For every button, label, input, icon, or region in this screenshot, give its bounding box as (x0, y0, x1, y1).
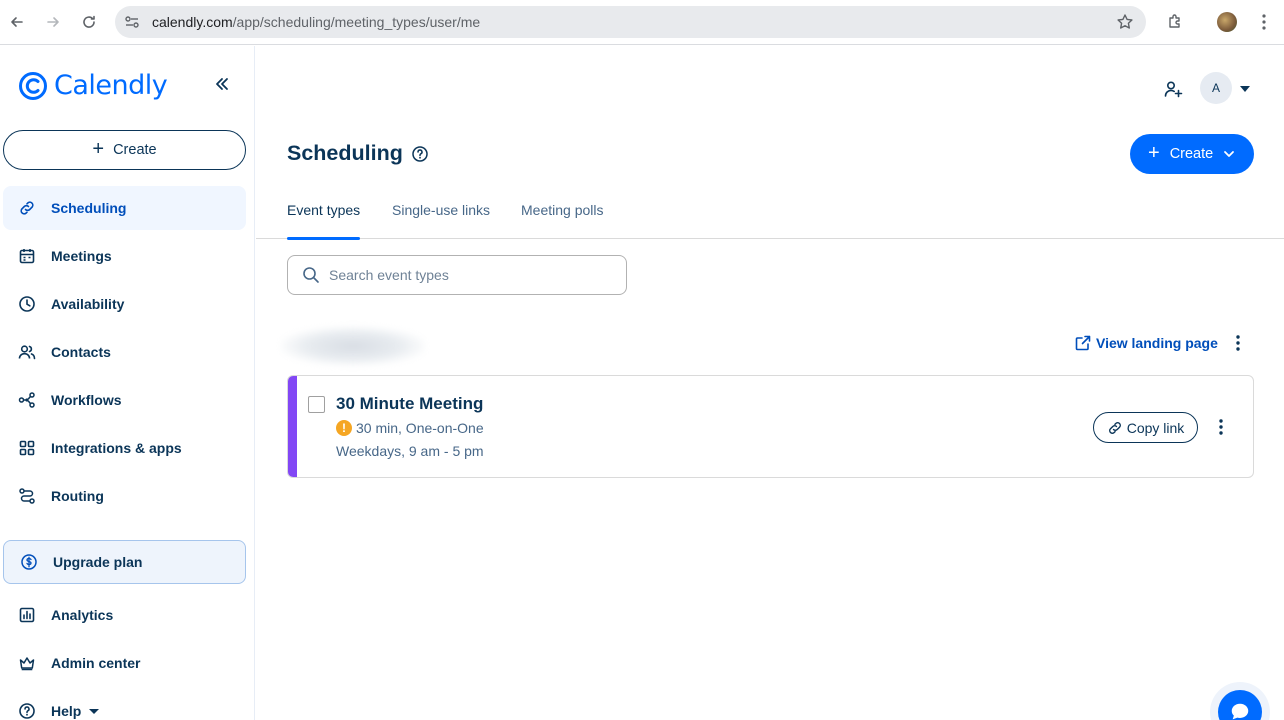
link-icon (1108, 421, 1121, 434)
search-box[interactable] (287, 255, 627, 295)
view-landing-page-link[interactable]: View landing page (1074, 334, 1218, 352)
sidebar-item-integrations[interactable]: Integrations & apps (3, 426, 246, 470)
blurred-user-name (280, 326, 426, 366)
tab-event-types[interactable]: Event types (287, 202, 361, 240)
back-icon[interactable] (4, 9, 30, 35)
sidebar-create-button[interactable]: + Create (3, 130, 246, 170)
bar-chart-icon (18, 606, 36, 624)
invite-user-icon[interactable] (1162, 78, 1184, 100)
browser-toolbar: calendly.com/app/scheduling/meeting_type… (0, 0, 1284, 45)
event-title[interactable]: 30 Minute Meeting (336, 394, 483, 414)
create-button-label: Create (1169, 146, 1214, 162)
event-details: ! 30 min, One-on-One (336, 420, 484, 436)
calendar-icon (18, 247, 36, 265)
page-title: Scheduling (287, 141, 429, 166)
address-bar[interactable]: calendly.com/app/scheduling/meeting_type… (115, 6, 1146, 38)
browser-menu-icon[interactable] (1252, 10, 1276, 34)
grid-icon (18, 439, 36, 457)
routing-icon (18, 487, 36, 505)
url-text: calendly.com/app/scheduling/meeting_type… (152, 14, 480, 30)
tab-single-use-links[interactable]: Single-use links (392, 202, 490, 239)
sidebar-create-label: Create (113, 142, 157, 158)
chat-support-button[interactable] (1218, 690, 1262, 720)
sidebar-item-analytics[interactable]: Analytics (3, 593, 246, 637)
sidebar-item-label: Meetings (51, 248, 112, 264)
crown-icon (18, 654, 36, 672)
more-options-icon[interactable] (1228, 333, 1248, 353)
sidebar-item-availability[interactable]: Availability (3, 282, 246, 326)
sidebar-item-admin-center[interactable]: Admin center (3, 641, 246, 685)
main-content: A Scheduling + Create Event types Single… (256, 46, 1284, 720)
bookmark-star-icon[interactable] (1116, 13, 1134, 31)
page-title-text: Scheduling (287, 141, 403, 165)
link-icon (18, 199, 36, 217)
account-avatar[interactable]: A (1200, 72, 1232, 104)
event-type-card[interactable]: 30 Minute Meeting ! 30 min, One-on-One W… (287, 375, 1254, 478)
plus-icon: + (92, 138, 105, 160)
profile-avatar[interactable] (1215, 10, 1239, 34)
dollar-icon (20, 553, 38, 571)
sidebar-item-scheduling[interactable]: Scheduling (3, 186, 246, 230)
sidebar-item-label: Help (51, 703, 82, 719)
search-icon (303, 267, 319, 283)
sidebar-item-meetings[interactable]: Meetings (3, 234, 246, 278)
sidebar-item-label: Analytics (51, 607, 114, 623)
clock-icon (18, 295, 36, 313)
profile-picture (1217, 12, 1237, 32)
external-link-icon (1075, 335, 1091, 351)
search-input[interactable] (329, 267, 609, 283)
forward-icon[interactable] (40, 9, 66, 35)
sidebar-item-contacts[interactable]: Contacts (3, 330, 246, 374)
chevron-down-icon (1224, 151, 1235, 157)
upgrade-plan-label: Upgrade plan (53, 554, 143, 570)
site-settings-icon[interactable] (123, 13, 141, 31)
event-more-options-icon[interactable] (1211, 417, 1231, 437)
extensions-icon[interactable] (1163, 10, 1187, 34)
sidebar-item-label: Workflows (51, 392, 122, 408)
calendly-logo-icon (19, 71, 47, 100)
collapse-sidebar-icon[interactable] (212, 74, 232, 94)
calendly-logo[interactable]: Calendly (18, 70, 168, 101)
sidebar: Calendly + Create Scheduling Meetings Av… (0, 46, 255, 720)
url-host: calendly.com (152, 14, 233, 30)
copy-link-label: Copy link (1126, 419, 1185, 436)
sidebar-item-workflows[interactable]: Workflows (3, 378, 246, 422)
question-icon[interactable] (411, 145, 429, 163)
plus-icon: + (1148, 142, 1160, 164)
sidebar-item-label: Scheduling (51, 200, 127, 216)
contacts-icon (18, 343, 36, 361)
sidebar-item-label: Availability (51, 296, 125, 312)
chevron-down-icon (89, 708, 100, 714)
chat-icon (1231, 703, 1249, 720)
tab-bar: Event types Single-use links Meeting pol… (256, 186, 1284, 240)
help-icon (18, 702, 36, 720)
event-duration-type: 30 min, One-on-One (356, 420, 484, 436)
sidebar-item-label: Admin center (51, 655, 141, 671)
event-select-checkbox[interactable] (308, 396, 325, 413)
reload-icon[interactable] (76, 9, 102, 35)
sidebar-item-label: Routing (51, 488, 104, 504)
upgrade-plan-button[interactable]: Upgrade plan (3, 540, 246, 584)
url-path: /app/scheduling/meeting_types/user/me (232, 14, 481, 30)
copy-link-button[interactable]: Copy link (1093, 412, 1198, 443)
event-hours: Weekdays, 9 am - 5 pm (336, 443, 484, 459)
event-color-stripe (288, 376, 297, 477)
view-landing-page-label: View landing page (1096, 335, 1218, 351)
tab-meeting-polls[interactable]: Meeting polls (521, 202, 604, 239)
logo-text: Calendly (54, 70, 168, 101)
avatar-initial: A (1211, 81, 1220, 95)
warning-icon[interactable]: ! (336, 420, 352, 436)
sidebar-item-help[interactable]: Help (3, 689, 246, 720)
account-menu-caret-icon[interactable] (1240, 86, 1250, 92)
sidebar-item-label: Integrations & apps (51, 440, 182, 456)
sidebar-item-label: Contacts (51, 344, 111, 360)
sidebar-item-routing[interactable]: Routing (3, 474, 246, 518)
workflows-icon (18, 391, 36, 409)
create-button[interactable]: + Create (1130, 134, 1254, 174)
